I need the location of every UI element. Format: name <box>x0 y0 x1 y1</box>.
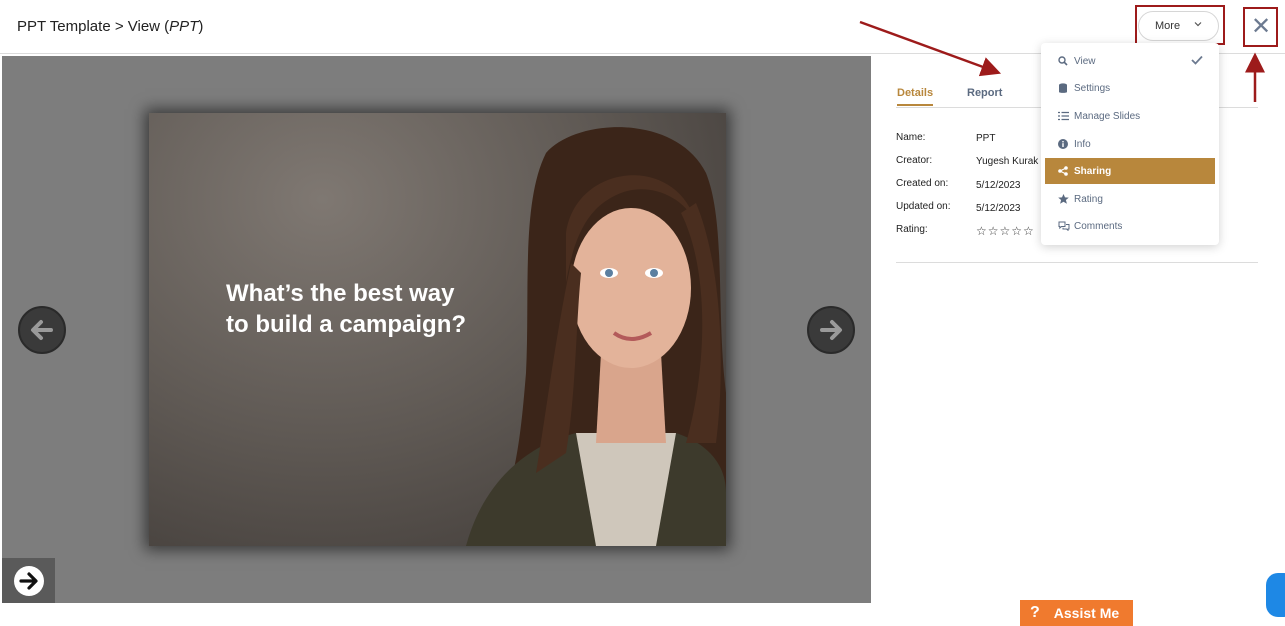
database-icon <box>1058 82 1074 94</box>
created-on-label: Created on: <box>896 178 949 189</box>
question-icon: ? <box>1030 604 1040 621</box>
details-divider <box>896 262 1258 263</box>
assist-me-button[interactable]: ? Assist Me <box>1020 600 1133 626</box>
menu-item-label: Rating <box>1074 193 1103 205</box>
slide-viewer: What’s the best way to build a campaign? <box>2 56 871 603</box>
name-label: Name: <box>896 132 926 143</box>
next-slide-button[interactable] <box>807 306 855 354</box>
circle-arrow-right-icon <box>13 565 44 596</box>
creator-value: Yugesh Kurak <box>976 156 1039 167</box>
menu-item-sharing[interactable]: Sharing <box>1045 158 1215 184</box>
forward-button[interactable] <box>2 558 55 603</box>
breadcrumb-prefix: PPT Template > View ( <box>17 18 170 35</box>
check-icon <box>1191 55 1203 68</box>
slide-text-line-2: to build a campaign? <box>226 311 467 338</box>
breadcrumb-item: PPT <box>169 18 199 35</box>
tab-details[interactable]: Details <box>897 87 934 106</box>
rating-label: Rating: <box>896 224 928 235</box>
list-icon <box>1058 111 1074 121</box>
share-icon <box>1058 166 1074 176</box>
menu-item-manage-slides[interactable]: Manage Slides <box>1045 103 1215 129</box>
menu-item-label: Comments <box>1074 220 1123 232</box>
assist-me-label: Assist Me <box>1053 605 1120 621</box>
menu-item-label: Info <box>1074 138 1091 150</box>
page-title: PPT Template > View (PPT) <box>17 18 203 35</box>
menu-item-label: Manage Slides <box>1074 110 1141 122</box>
creator-label: Creator: <box>896 155 933 166</box>
tab-report[interactable]: Report <box>967 87 1002 99</box>
created-on-value: 5/12/2023 <box>976 180 1021 191</box>
name-value: PPT <box>976 133 996 144</box>
menu-item-label: Sharing <box>1074 165 1112 177</box>
slide-text: What’s the best way to build a campaign? <box>226 278 516 340</box>
comments-icon <box>1058 221 1074 231</box>
more-dropdown-menu: View Settings Manage Slides Info Sharing… <box>1041 43 1219 245</box>
chat-widget-button[interactable] <box>1266 573 1285 617</box>
previous-slide-button[interactable] <box>18 306 66 354</box>
search-icon <box>1058 56 1074 66</box>
info-icon <box>1058 139 1074 149</box>
breadcrumb-suffix: ) <box>198 18 204 35</box>
menu-item-view[interactable]: View <box>1045 48 1215 74</box>
menu-item-comments[interactable]: Comments <box>1045 213 1215 239</box>
menu-item-label: View <box>1074 55 1096 67</box>
updated-on-label: Updated on: <box>896 201 951 212</box>
menu-item-info[interactable]: Info <box>1045 131 1215 157</box>
menu-item-settings[interactable]: Settings <box>1045 75 1215 101</box>
star-icon <box>1058 194 1074 204</box>
slide-image: What’s the best way to build a campaign? <box>149 113 726 546</box>
slide-text-line-1: What’s the best way <box>226 280 455 307</box>
annotation-highlight-close <box>1243 7 1278 47</box>
updated-on-value: 5/12/2023 <box>976 203 1021 214</box>
rating-stars[interactable]: ☆☆☆☆☆ <box>976 224 1035 238</box>
menu-item-rating[interactable]: Rating <box>1045 186 1215 212</box>
annotation-highlight-more <box>1135 5 1225 45</box>
arrow-right-icon <box>820 320 842 340</box>
arrow-left-icon <box>31 320 53 340</box>
menu-item-label: Settings <box>1074 82 1111 94</box>
